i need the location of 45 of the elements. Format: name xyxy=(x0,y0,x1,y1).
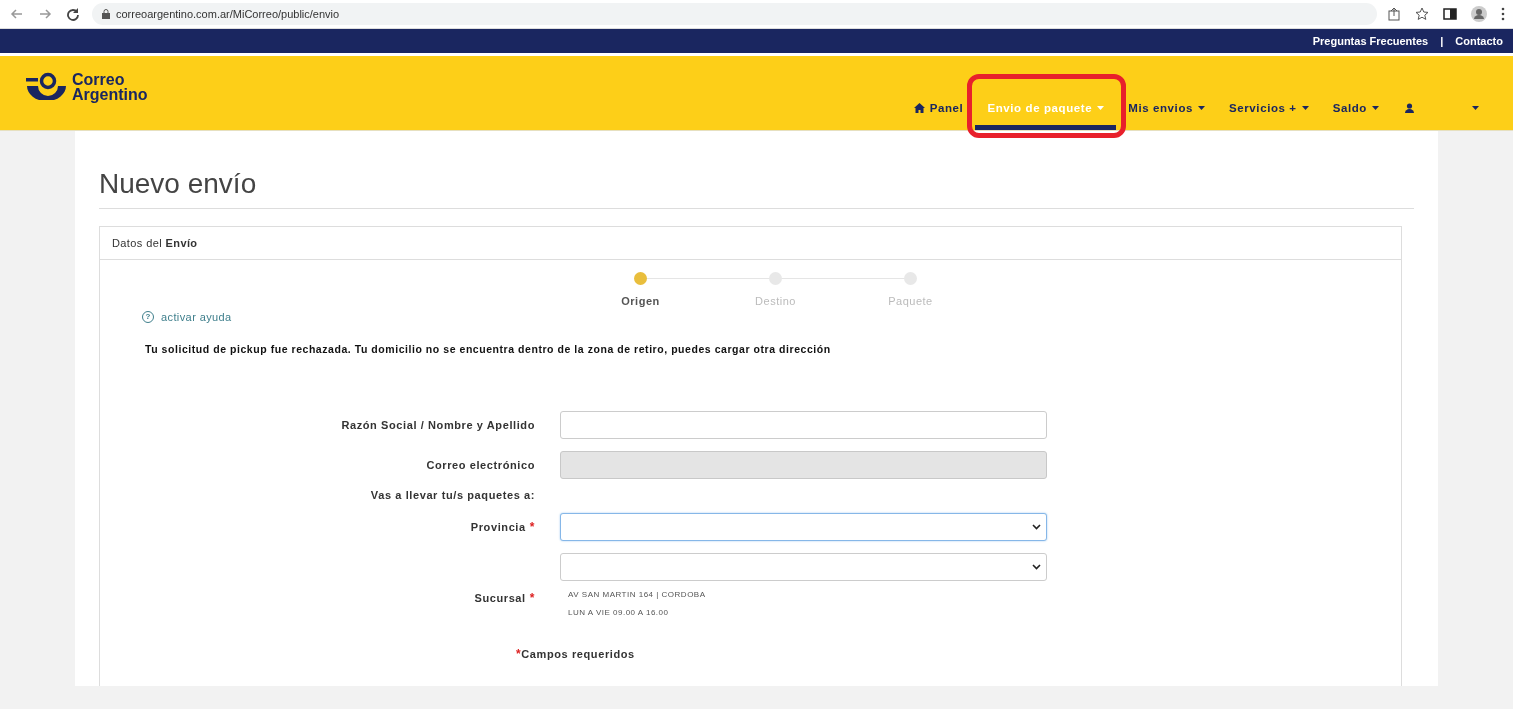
step-label: Destino xyxy=(755,295,796,307)
select-field[interactable] xyxy=(560,513,1047,541)
more-icon xyxy=(1501,7,1505,21)
nav-item[interactable]: Panel xyxy=(901,86,976,130)
required-note: Campos requeridos xyxy=(521,648,635,660)
reload-icon xyxy=(66,7,80,21)
nav-item[interactable]: Servicios + xyxy=(1217,86,1321,130)
forward-icon xyxy=(38,7,52,21)
chevron-down-icon xyxy=(1032,564,1041,570)
nav-item[interactable]: Mis envios xyxy=(1116,86,1218,130)
profile-icon xyxy=(1471,6,1487,22)
sidebar-icon xyxy=(1443,7,1457,21)
field-label: Sucursal xyxy=(474,592,526,604)
field-label: Provincia xyxy=(470,521,526,533)
star-icon xyxy=(1415,7,1429,21)
page-title: Nuevo envío xyxy=(99,168,1414,209)
error-message: Tu solicitud de pickup fue rechazada. Tu domicilio no se encuentra dentro de la zona de retiro, puedes cargar otra dirección xyxy=(145,343,832,355)
field-label: Razón Social / Nombre y Apellido xyxy=(341,419,535,431)
required-mark: * xyxy=(529,591,535,605)
share-icon xyxy=(1387,7,1401,21)
step-label: Paquete xyxy=(888,295,933,307)
step-label: Origen xyxy=(621,295,660,307)
logo-icon xyxy=(26,72,68,100)
address-bar[interactable]: correoargentino.com.ar/MiCorreo/public/envio xyxy=(92,3,1377,25)
branch-detail: LUN A VIE 09.00 A 16.00 xyxy=(568,608,670,617)
lock-icon xyxy=(102,9,110,19)
branch-detail: AV SAN MARTIN 164 | CORDOBA xyxy=(568,590,707,599)
input-field[interactable] xyxy=(560,411,1047,439)
logo-text: Correo Argentino xyxy=(72,72,148,102)
separator: | xyxy=(1440,35,1444,47)
panel-title: Datos del Envío xyxy=(100,227,1401,260)
select-field[interactable] xyxy=(560,553,1047,581)
chevron-down-icon xyxy=(1032,524,1041,530)
field-label: Correo electrónico xyxy=(426,459,535,471)
field-label: Vas a llevar tu/s paquetes a: xyxy=(370,489,535,501)
url-text: correoargentino.com.ar/MiCorreo/public/envio xyxy=(116,8,340,20)
top-link[interactable]: Contacto xyxy=(1455,35,1503,47)
required-mark: * xyxy=(516,647,522,661)
back-icon xyxy=(10,7,24,21)
required-mark: * xyxy=(529,520,535,534)
help-link[interactable]: activar ayuda xyxy=(161,311,232,323)
top-link[interactable]: Preguntas Frecuentes xyxy=(1312,35,1429,47)
user-icon xyxy=(1405,103,1414,113)
nav-item[interactable]: Saldo xyxy=(1320,86,1391,130)
home-icon xyxy=(913,103,925,113)
